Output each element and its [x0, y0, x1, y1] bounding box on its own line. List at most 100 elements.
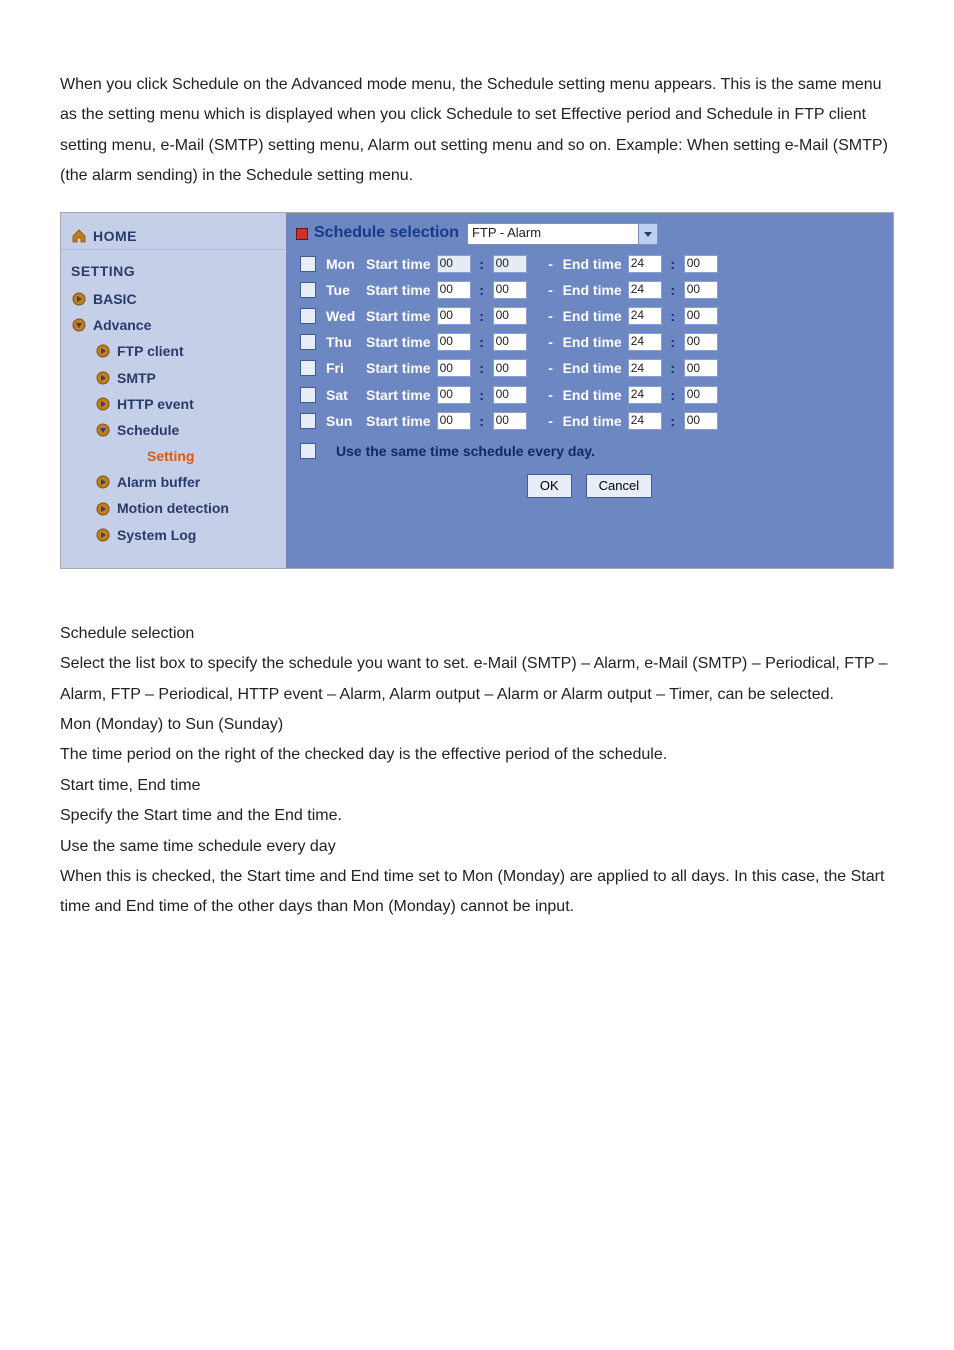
day-label: Wed — [326, 307, 366, 325]
nav-ftp-client[interactable]: FTP client — [61, 338, 286, 364]
start-time-label: Start time — [366, 281, 431, 299]
schedule-select[interactable]: FTP - Alarm — [467, 223, 658, 245]
day-checkbox[interactable] — [300, 282, 316, 298]
end-min-input[interactable]: 00 — [684, 255, 718, 273]
start-time-label: Start time — [366, 333, 431, 351]
start-hour-input[interactable]: 00 — [437, 255, 471, 273]
nav-schedule[interactable]: Schedule — [61, 417, 286, 443]
colon: : — [477, 359, 487, 377]
dash: - — [545, 412, 557, 430]
page-title: Schedule selection — [314, 223, 459, 244]
nav-schedule-setting-label: Setting — [147, 447, 194, 465]
end-hour-input[interactable]: 24 — [628, 412, 662, 430]
day-checkbox[interactable] — [300, 387, 316, 403]
chevron-down-icon — [71, 317, 87, 333]
start-min-input[interactable]: 00 — [493, 281, 527, 299]
play-icon — [71, 291, 87, 307]
ok-button[interactable]: OK — [527, 474, 572, 498]
start-min-input[interactable]: 00 — [493, 386, 527, 404]
button-row: OK Cancel — [296, 470, 883, 502]
end-min-input[interactable]: 00 — [684, 386, 718, 404]
play-icon — [95, 396, 111, 412]
nav-http-event[interactable]: HTTP event — [61, 391, 286, 417]
nav-home[interactable]: HOME — [61, 223, 286, 250]
day-label: Sun — [326, 412, 366, 430]
nav-alarm-buffer[interactable]: Alarm buffer — [61, 469, 286, 495]
nav-home-label: HOME — [93, 227, 137, 245]
nav-basic-label: BASIC — [93, 290, 137, 308]
day-checkbox[interactable] — [300, 308, 316, 324]
day-checkbox[interactable] — [300, 256, 316, 272]
colon: : — [668, 412, 678, 430]
desc-text: Select the list box to specify the sched… — [60, 649, 894, 710]
start-min-input[interactable]: 00 — [493, 412, 527, 430]
day-checkbox[interactable] — [300, 334, 316, 350]
start-hour-input[interactable]: 00 — [437, 359, 471, 377]
start-hour-input[interactable]: 00 — [437, 281, 471, 299]
end-hour-input[interactable]: 24 — [628, 359, 662, 377]
colon: : — [668, 333, 678, 351]
desc-text: When this is checked, the Start time and… — [60, 862, 894, 923]
use-same-label: Use the same time schedule every day. — [336, 442, 595, 460]
section-setting: SETTING — [61, 258, 286, 286]
end-min-input[interactable]: 00 — [684, 307, 718, 325]
description-section: Schedule selection Select the list box t… — [60, 619, 894, 923]
start-time-label: Start time — [366, 359, 431, 377]
nav-advance-label: Advance — [93, 316, 151, 334]
start-hour-input[interactable]: 00 — [437, 386, 471, 404]
end-time-label: End time — [563, 359, 622, 377]
day-row: MonStart time00:00-End time24:00 — [296, 251, 883, 277]
day-label: Tue — [326, 281, 366, 299]
end-hour-input[interactable]: 24 — [628, 281, 662, 299]
day-checkbox[interactable] — [300, 413, 316, 429]
end-time-label: End time — [563, 386, 622, 404]
start-min-input[interactable]: 00 — [493, 333, 527, 351]
colon: : — [477, 386, 487, 404]
nav-syslog-label: System Log — [117, 526, 196, 544]
cancel-button[interactable]: Cancel — [586, 474, 652, 498]
day-row: WedStart time00:00-End time24:00 — [296, 303, 883, 329]
start-min-input[interactable]: 00 — [493, 307, 527, 325]
end-min-input[interactable]: 00 — [684, 359, 718, 377]
sidebar: HOME SETTING BASIC Advance FTP client — [61, 213, 286, 568]
desc-text: Specify the Start time and the End time. — [60, 801, 894, 831]
end-hour-input[interactable]: 24 — [628, 307, 662, 325]
start-min-input[interactable]: 00 — [493, 255, 527, 273]
nav-advance[interactable]: Advance — [61, 312, 286, 338]
desc-heading: Schedule selection — [60, 619, 894, 649]
start-hour-input[interactable]: 00 — [437, 412, 471, 430]
colon: : — [668, 281, 678, 299]
colon: : — [477, 281, 487, 299]
day-label: Sat — [326, 386, 366, 404]
nav-smtp[interactable]: SMTP — [61, 365, 286, 391]
day-checkbox[interactable] — [300, 360, 316, 376]
start-hour-input[interactable]: 00 — [437, 333, 471, 351]
day-label: Fri — [326, 359, 366, 377]
colon: : — [668, 359, 678, 377]
nav-system-log[interactable]: System Log — [61, 522, 286, 548]
use-same-row: Use the same time schedule every day. — [296, 434, 883, 470]
start-min-input[interactable]: 00 — [493, 359, 527, 377]
end-hour-input[interactable]: 24 — [628, 255, 662, 273]
end-time-label: End time — [563, 412, 622, 430]
colon: : — [477, 307, 487, 325]
nav-motion-label: Motion detection — [117, 499, 229, 517]
play-icon — [95, 343, 111, 359]
start-hour-input[interactable]: 00 — [437, 307, 471, 325]
end-min-input[interactable]: 00 — [684, 281, 718, 299]
start-time-label: Start time — [366, 412, 431, 430]
day-row: SunStart time00:00-End time24:00 — [296, 408, 883, 434]
use-same-checkbox[interactable] — [300, 443, 316, 459]
dash: - — [545, 281, 557, 299]
end-hour-input[interactable]: 24 — [628, 333, 662, 351]
nav-basic[interactable]: BASIC — [61, 286, 286, 312]
nav-motion-detection[interactable]: Motion detection — [61, 495, 286, 521]
play-icon — [95, 527, 111, 543]
day-row: SatStart time00:00-End time24:00 — [296, 382, 883, 408]
dash: - — [545, 359, 557, 377]
end-hour-input[interactable]: 24 — [628, 386, 662, 404]
end-min-input[interactable]: 00 — [684, 333, 718, 351]
nav-smtp-label: SMTP — [117, 369, 156, 387]
end-min-input[interactable]: 00 — [684, 412, 718, 430]
nav-schedule-setting[interactable]: Setting — [61, 443, 286, 469]
